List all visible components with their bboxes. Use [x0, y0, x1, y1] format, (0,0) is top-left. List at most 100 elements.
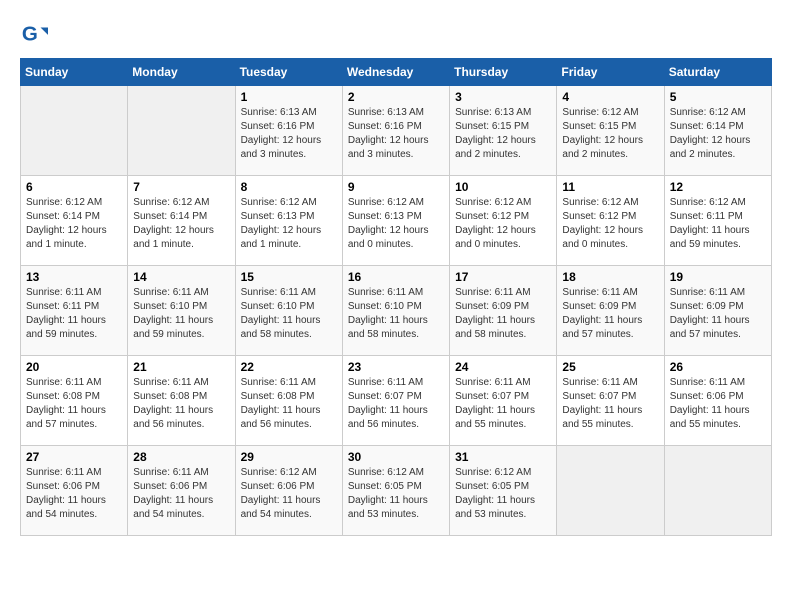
weekday-header: Monday — [128, 59, 235, 86]
calendar-cell: 31 Sunrise: 6:12 AMSunset: 6:05 PMDayligh… — [450, 446, 557, 536]
day-number: 2 — [348, 90, 444, 104]
day-number: 16 — [348, 270, 444, 284]
logo: G — [20, 20, 52, 48]
day-number: 21 — [133, 360, 229, 374]
calendar-cell: 4Sunrise: 6:12 AMSunset: 6:15 PMDaylight… — [557, 86, 664, 176]
day-number: 3 — [455, 90, 551, 104]
calendar-cell: 17Sunrise: 6:11 AMSunset: 6:09 PMDayligh… — [450, 266, 557, 356]
day-info: Sunrise: 6:12 AMSunset: 6:12 PMDaylight:… — [455, 196, 551, 252]
day-number: 26 — [670, 360, 766, 374]
day-info: Sunrise: 6:11 AMSunset: 6:10 PMDaylight:… — [348, 286, 444, 342]
day-info: Sunrise: 6:12 AMSunset: 6:05 PMDaylight:… — [348, 466, 444, 522]
weekday-header-row: SundayMondayTuesdayWednesdayThursdayFrid… — [21, 59, 772, 86]
calendar-cell: 3 Sunrise: 6:13 AMSunset: 6:15 PMDaylight… — [450, 86, 557, 176]
calendar-week-row: 6 Sunrise: 6:12 AMSunset: 6:14 PMDaylight… — [21, 176, 772, 266]
day-number: 17 — [455, 270, 551, 284]
day-info: Sunrise: 6:12 AMSunset: 6:13 PMDaylight:… — [348, 196, 444, 252]
day-number: 1 — [241, 90, 337, 104]
svg-text:G: G — [22, 23, 38, 46]
day-number: 31 — [455, 450, 551, 464]
weekday-header: Friday — [557, 59, 664, 86]
calendar-cell — [557, 446, 664, 536]
calendar-cell: 24 Sunrise: 6:11 AMSunset: 6:07 PMDayligh… — [450, 356, 557, 446]
calendar-cell: 9 Sunrise: 6:12 AMSunset: 6:13 PMDaylight… — [342, 176, 449, 266]
calendar-cell: 18Sunrise: 6:11 AMSunset: 6:09 PMDayligh… — [557, 266, 664, 356]
calendar-cell — [128, 86, 235, 176]
calendar-cell: 30 Sunrise: 6:12 AMSunset: 6:05 PMDayligh… — [342, 446, 449, 536]
day-info: Sunrise: 6:12 AMSunset: 6:12 PMDaylight:… — [562, 196, 658, 252]
calendar-cell: 22 Sunrise: 6:11 AMSunset: 6:08 PMDayligh… — [235, 356, 342, 446]
day-info: Sunrise: 6:11 AMSunset: 6:11 PMDaylight:… — [26, 286, 122, 342]
day-number: 27 — [26, 450, 122, 464]
calendar-week-row: 27 Sunrise: 6:11 AMSunset: 6:06 PMDayligh… — [21, 446, 772, 536]
day-number: 10 — [455, 180, 551, 194]
day-number: 15 — [241, 270, 337, 284]
day-info: Sunrise: 6:12 AMSunset: 6:11 PMDaylight:… — [670, 196, 766, 252]
day-info: Sunrise: 6:13 AMSunset: 6:16 PMDaylight:… — [241, 106, 337, 162]
calendar-cell: 7 Sunrise: 6:12 AMSunset: 6:14 PMDaylight… — [128, 176, 235, 266]
day-info: Sunrise: 6:11 AMSunset: 6:08 PMDaylight:… — [133, 376, 229, 432]
logo-icon: G — [20, 20, 48, 48]
calendar-cell: 23Sunrise: 6:11 AMSunset: 6:07 PMDayligh… — [342, 356, 449, 446]
day-number: 24 — [455, 360, 551, 374]
day-number: 30 — [348, 450, 444, 464]
calendar-cell — [21, 86, 128, 176]
day-number: 8 — [241, 180, 337, 194]
day-info: Sunrise: 6:12 AMSunset: 6:13 PMDaylight:… — [241, 196, 337, 252]
day-info: Sunrise: 6:11 AMSunset: 6:07 PMDaylight:… — [562, 376, 658, 432]
calendar-cell: 2Sunrise: 6:13 AMSunset: 6:16 PMDaylight… — [342, 86, 449, 176]
calendar-cell: 27 Sunrise: 6:11 AMSunset: 6:06 PMDayligh… — [21, 446, 128, 536]
day-info: Sunrise: 6:12 AMSunset: 6:14 PMDaylight:… — [670, 106, 766, 162]
day-info: Sunrise: 6:11 AMSunset: 6:06 PMDaylight:… — [26, 466, 122, 522]
calendar-table: SundayMondayTuesdayWednesdayThursdayFrid… — [20, 58, 772, 536]
calendar-cell: 13 Sunrise: 6:11 AMSunset: 6:11 PMDayligh… — [21, 266, 128, 356]
day-number: 12 — [670, 180, 766, 194]
day-number: 5 — [670, 90, 766, 104]
day-number: 19 — [670, 270, 766, 284]
day-number: 28 — [133, 450, 229, 464]
day-info: Sunrise: 6:11 AMSunset: 6:09 PMDaylight:… — [670, 286, 766, 342]
calendar-cell — [664, 446, 771, 536]
calendar-cell: 5 Sunrise: 6:12 AMSunset: 6:14 PMDaylight… — [664, 86, 771, 176]
calendar-week-row: 20 Sunrise: 6:11 AMSunset: 6:08 PMDayligh… — [21, 356, 772, 446]
day-number: 20 — [26, 360, 122, 374]
day-info: Sunrise: 6:12 AMSunset: 6:06 PMDaylight:… — [241, 466, 337, 522]
day-info: Sunrise: 6:12 AMSunset: 6:05 PMDaylight:… — [455, 466, 551, 522]
calendar-cell: 8 Sunrise: 6:12 AMSunset: 6:13 PMDaylight… — [235, 176, 342, 266]
day-info: Sunrise: 6:11 AMSunset: 6:10 PMDaylight:… — [241, 286, 337, 342]
calendar-cell: 11 Sunrise: 6:12 AMSunset: 6:12 PMDayligh… — [557, 176, 664, 266]
calendar-cell: 14 Sunrise: 6:11 AMSunset: 6:10 PMDayligh… — [128, 266, 235, 356]
weekday-header: Sunday — [21, 59, 128, 86]
weekday-header: Thursday — [450, 59, 557, 86]
day-info: Sunrise: 6:11 AMSunset: 6:07 PMDaylight:… — [455, 376, 551, 432]
day-info: Sunrise: 6:11 AMSunset: 6:08 PMDaylight:… — [241, 376, 337, 432]
calendar-week-row: 1 Sunrise: 6:13 AMSunset: 6:16 PMDaylight… — [21, 86, 772, 176]
calendar-cell: 6Sunrise: 6:12 AMSunset: 6:14 PMDaylight… — [21, 176, 128, 266]
day-number: 14 — [133, 270, 229, 284]
calendar-cell: 16 Sunrise: 6:11 AMSunset: 6:10 PMDayligh… — [342, 266, 449, 356]
page-header: G — [20, 20, 772, 48]
calendar-cell: 15 Sunrise: 6:11 AMSunset: 6:10 PMDayligh… — [235, 266, 342, 356]
day-number: 13 — [26, 270, 122, 284]
day-info: Sunrise: 6:13 AMSunset: 6:15 PMDaylight:… — [455, 106, 551, 162]
day-number: 11 — [562, 180, 658, 194]
weekday-header: Tuesday — [235, 59, 342, 86]
day-number: 9 — [348, 180, 444, 194]
day-number: 7 — [133, 180, 229, 194]
day-number: 23 — [348, 360, 444, 374]
calendar-cell: 21 Sunrise: 6:11 AMSunset: 6:08 PMDayligh… — [128, 356, 235, 446]
day-info: Sunrise: 6:12 AMSunset: 6:15 PMDaylight:… — [562, 106, 658, 162]
day-number: 6 — [26, 180, 122, 194]
calendar-cell: 1 Sunrise: 6:13 AMSunset: 6:16 PMDaylight… — [235, 86, 342, 176]
day-info: Sunrise: 6:11 AMSunset: 6:06 PMDaylight:… — [670, 376, 766, 432]
weekday-header: Wednesday — [342, 59, 449, 86]
weekday-header: Saturday — [664, 59, 771, 86]
day-number: 22 — [241, 360, 337, 374]
day-info: Sunrise: 6:11 AMSunset: 6:09 PMDaylight:… — [562, 286, 658, 342]
day-number: 29 — [241, 450, 337, 464]
day-info: Sunrise: 6:11 AMSunset: 6:10 PMDaylight:… — [133, 286, 229, 342]
calendar-cell: 26 Sunrise: 6:11 AMSunset: 6:06 PMDayligh… — [664, 356, 771, 446]
day-number: 25 — [562, 360, 658, 374]
day-info: Sunrise: 6:11 AMSunset: 6:08 PMDaylight:… — [26, 376, 122, 432]
day-info: Sunrise: 6:12 AMSunset: 6:14 PMDaylight:… — [133, 196, 229, 252]
